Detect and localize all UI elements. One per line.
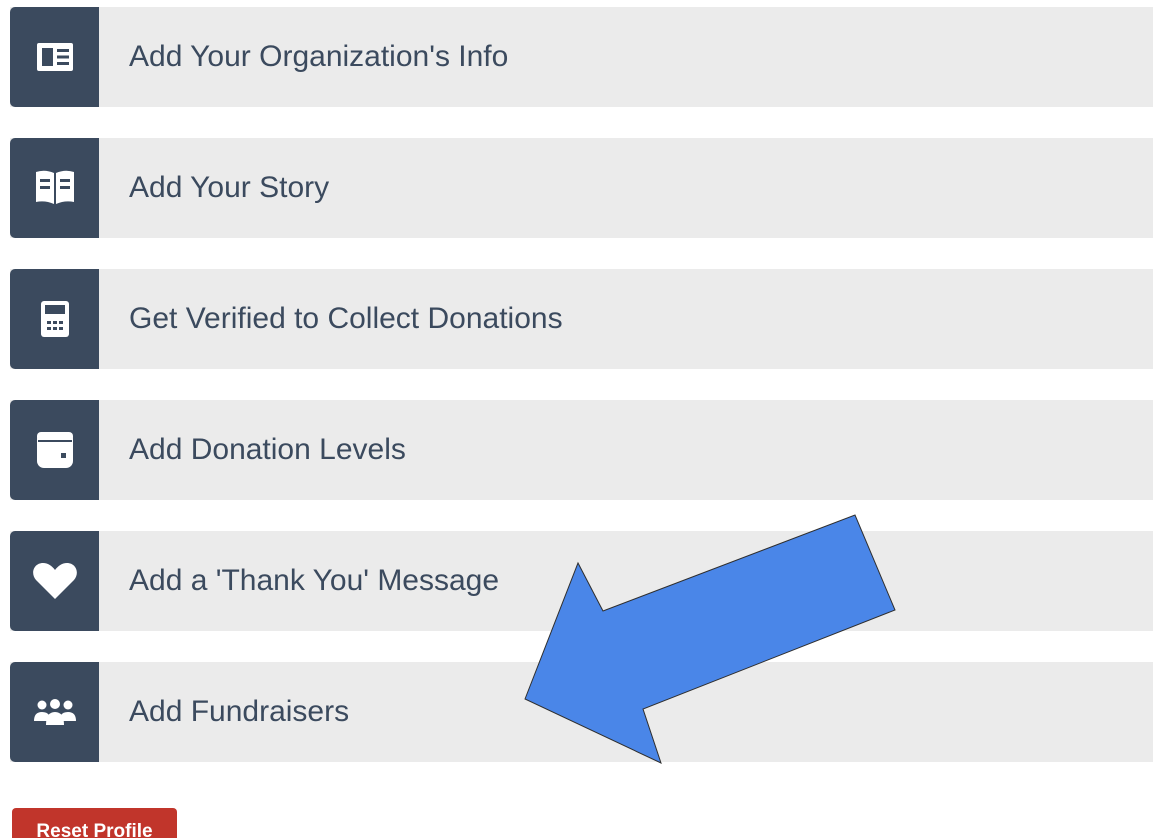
step-label: Get Verified to Collect Donations bbox=[129, 302, 563, 335]
reset-profile-button[interactable]: Reset Profile bbox=[12, 808, 177, 838]
step-fundraisers[interactable]: Add Fundraisers bbox=[10, 662, 1153, 762]
step-get-verified[interactable]: Get Verified to Collect Donations bbox=[10, 269, 1153, 369]
open-book-icon bbox=[35, 170, 74, 204]
step-label: Add Your Story bbox=[129, 171, 330, 204]
step-label: Add Donation Levels bbox=[129, 433, 406, 466]
wallet-icon bbox=[36, 432, 73, 468]
id-card-icon bbox=[36, 43, 73, 71]
heart-icon bbox=[32, 563, 77, 599]
calculator-icon bbox=[40, 301, 69, 337]
step-icon-box bbox=[10, 662, 99, 762]
step-icon-box bbox=[10, 138, 99, 238]
fundraising-setup-page: Add Your Organization's Info Add Your St… bbox=[0, 0, 1153, 838]
step-organization-info[interactable]: Add Your Organization's Info bbox=[10, 7, 1153, 107]
step-label: Add Your Organization's Info bbox=[129, 40, 509, 73]
step-icon-box bbox=[10, 7, 99, 107]
step-story[interactable]: Add Your Story bbox=[10, 138, 1153, 238]
step-thank-you-message[interactable]: Add a 'Thank You' Message bbox=[10, 531, 1153, 631]
step-donation-levels[interactable]: Add Donation Levels bbox=[10, 400, 1153, 500]
step-label: Add a 'Thank You' Message bbox=[129, 564, 500, 597]
step-icon-box bbox=[10, 531, 99, 631]
step-icon-box bbox=[10, 400, 99, 500]
users-icon bbox=[33, 699, 76, 725]
step-icon-box bbox=[10, 269, 99, 369]
step-label: Add Fundraisers bbox=[129, 695, 350, 728]
